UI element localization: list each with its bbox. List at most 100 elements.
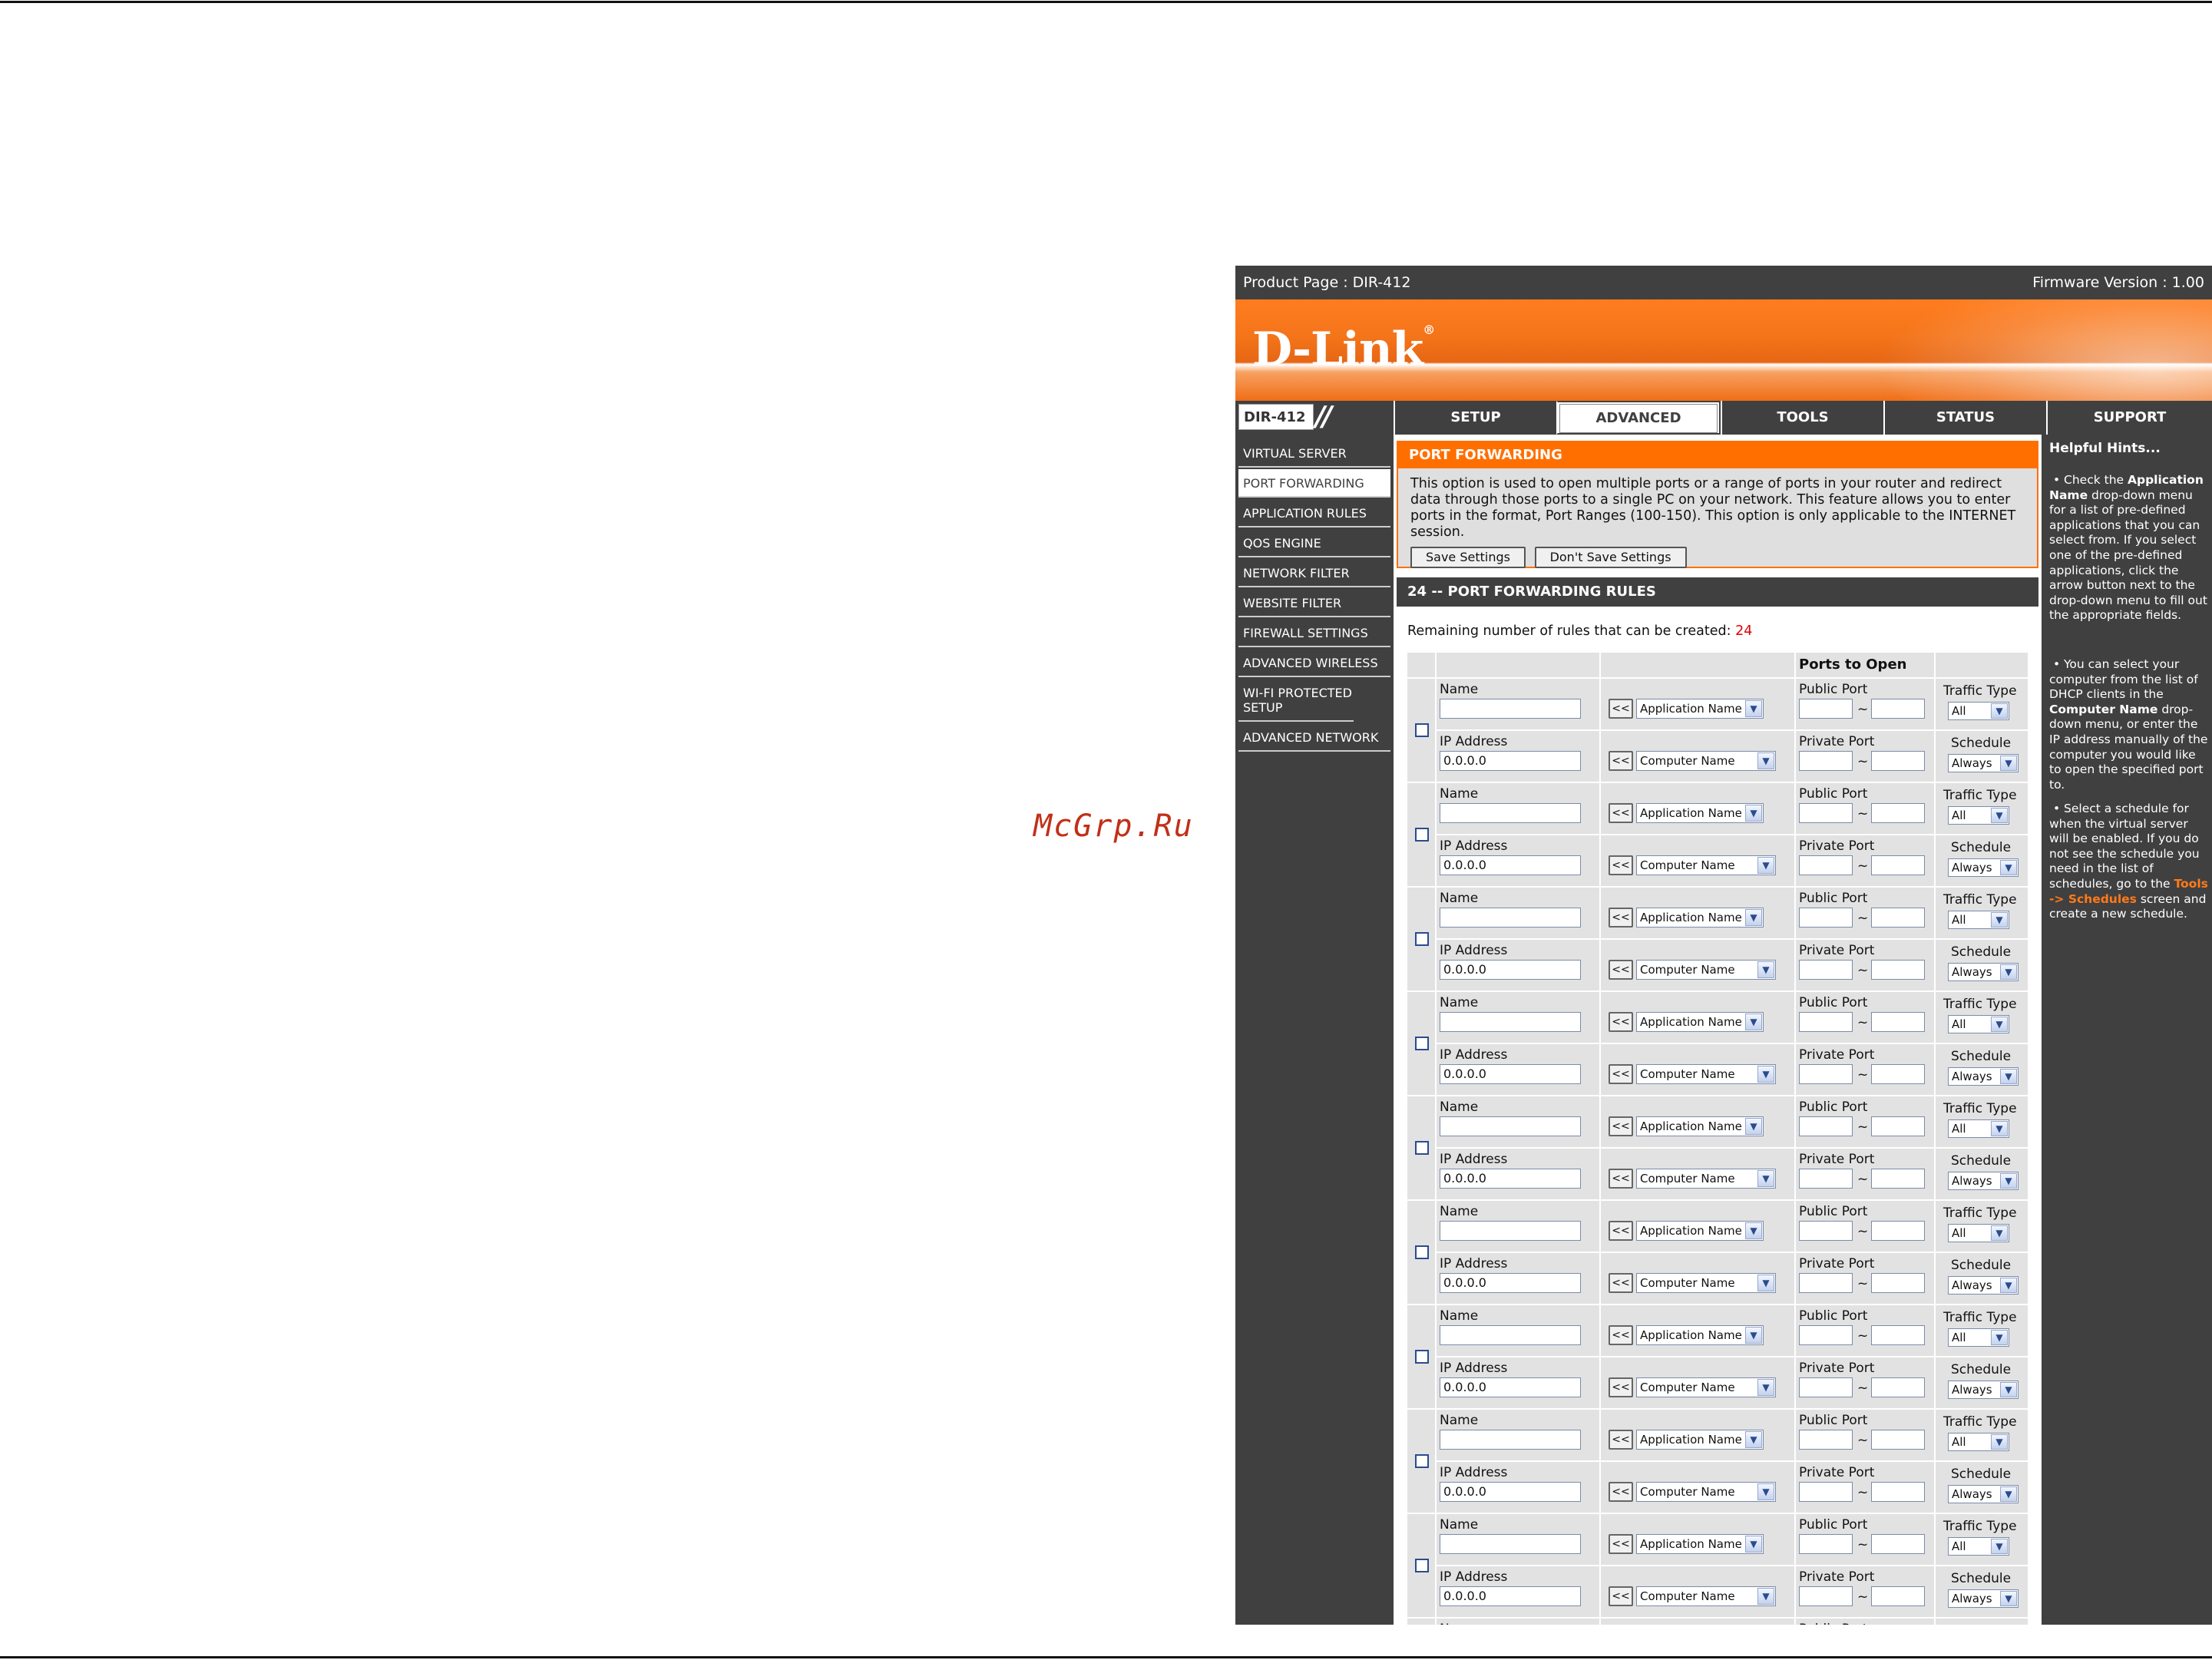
rule-name-input[interactable] — [1440, 1012, 1581, 1032]
computer-name-select[interactable]: Computer Name ▼ — [1636, 1273, 1776, 1293]
computer-name-select[interactable]: Computer Name ▼ — [1636, 855, 1776, 875]
public-port-end-input[interactable] — [1871, 1116, 1925, 1136]
fill-application-button[interactable]: << — [1609, 1012, 1633, 1032]
application-name-select[interactable]: Application Name ▼ — [1636, 1325, 1764, 1345]
tab-setup[interactable]: SETUP — [1394, 401, 1556, 435]
application-name-select[interactable]: Application Name ▼ — [1636, 1430, 1764, 1450]
application-name-select[interactable]: Application Name ▼ — [1636, 1534, 1764, 1554]
traffic-type-select[interactable]: All ▼ — [1948, 806, 2009, 825]
private-port-start-input[interactable] — [1799, 855, 1853, 875]
public-port-end-input[interactable] — [1871, 1325, 1925, 1345]
private-port-start-input[interactable] — [1799, 960, 1853, 980]
private-port-start-input[interactable] — [1799, 1377, 1853, 1397]
rule-name-input[interactable] — [1440, 1534, 1581, 1554]
application-name-select[interactable]: Application Name ▼ — [1636, 1012, 1764, 1032]
sidebar-item-network-filter[interactable]: NETWORK FILTER — [1238, 559, 1390, 587]
schedule-select[interactable]: Always ▼ — [1948, 1276, 2019, 1295]
private-port-end-input[interactable] — [1871, 1169, 1925, 1189]
fill-application-button[interactable]: << — [1609, 1534, 1633, 1554]
computer-name-select[interactable]: Computer Name ▼ — [1636, 1064, 1776, 1084]
public-port-end-input[interactable] — [1871, 803, 1925, 823]
rule-enable-checkbox[interactable] — [1415, 723, 1429, 737]
private-port-start-input[interactable] — [1799, 1482, 1853, 1502]
product-page-link[interactable]: Product Page : DIR-412 — [1243, 274, 1410, 291]
rule-enable-checkbox[interactable] — [1415, 1245, 1429, 1259]
sidebar-item-virtual-server[interactable]: VIRTUAL SERVER — [1238, 439, 1390, 468]
computer-name-select[interactable]: Computer Name ▼ — [1636, 960, 1776, 980]
sidebar-item-wifi-protected-setup[interactable]: WI-FI PROTECTED SETUP — [1238, 679, 1354, 722]
public-port-end-input[interactable] — [1871, 908, 1925, 928]
traffic-type-select[interactable]: All ▼ — [1948, 1537, 2009, 1556]
tab-support[interactable]: SUPPORT — [2046, 401, 2212, 435]
computer-name-select[interactable]: Computer Name ▼ — [1636, 751, 1776, 771]
tab-advanced[interactable]: ADVANCED — [1556, 401, 1721, 435]
private-port-end-input[interactable] — [1871, 1586, 1925, 1606]
ip-address-input[interactable]: 0.0.0.0 — [1440, 855, 1581, 875]
fill-computer-button[interactable]: << — [1609, 960, 1633, 980]
rule-name-input[interactable] — [1440, 803, 1581, 823]
public-port-start-input[interactable] — [1799, 803, 1853, 823]
ip-address-input[interactable]: 0.0.0.0 — [1440, 751, 1581, 771]
schedule-select[interactable]: Always ▼ — [1948, 858, 2019, 877]
rule-name-input[interactable] — [1440, 908, 1581, 928]
application-name-select[interactable]: Application Name ▼ — [1636, 803, 1764, 823]
public-port-start-input[interactable] — [1799, 1325, 1853, 1345]
tab-status[interactable]: STATUS — [1883, 401, 2046, 435]
sidebar-item-advanced-wireless[interactable]: ADVANCED WIRELESS — [1238, 649, 1390, 677]
private-port-start-input[interactable] — [1799, 1586, 1853, 1606]
schedule-select[interactable]: Always ▼ — [1948, 1589, 2019, 1608]
tab-tools[interactable]: TOOLS — [1721, 401, 1883, 435]
application-name-select[interactable]: Application Name ▼ — [1636, 1116, 1764, 1136]
application-name-select[interactable]: Application Name ▼ — [1636, 1221, 1764, 1241]
fill-application-button[interactable]: << — [1609, 908, 1633, 928]
computer-name-select[interactable]: Computer Name ▼ — [1636, 1586, 1776, 1606]
dont-save-settings-button[interactable]: Don't Save Settings — [1534, 547, 1687, 568]
fill-application-button[interactable]: << — [1609, 1116, 1633, 1136]
fill-application-button[interactable]: << — [1609, 1325, 1633, 1345]
fill-computer-button[interactable]: << — [1609, 855, 1633, 875]
rule-enable-checkbox[interactable] — [1415, 1037, 1429, 1050]
private-port-end-input[interactable] — [1871, 855, 1925, 875]
save-settings-button[interactable]: Save Settings — [1410, 547, 1526, 568]
rule-enable-checkbox[interactable] — [1415, 1559, 1429, 1572]
ip-address-input[interactable]: 0.0.0.0 — [1440, 1586, 1581, 1606]
public-port-start-input[interactable] — [1799, 1534, 1853, 1554]
rule-name-input[interactable] — [1440, 699, 1581, 719]
rule-name-input[interactable] — [1440, 1430, 1581, 1450]
schedule-select[interactable]: Always ▼ — [1948, 1381, 2019, 1399]
schedule-select[interactable]: Always ▼ — [1948, 1067, 2019, 1086]
public-port-start-input[interactable] — [1799, 1116, 1853, 1136]
public-port-start-input[interactable] — [1799, 699, 1853, 719]
fill-computer-button[interactable]: << — [1609, 751, 1633, 771]
traffic-type-select[interactable]: All ▼ — [1948, 1433, 2009, 1451]
schedule-select[interactable]: Always ▼ — [1948, 754, 2019, 772]
private-port-start-input[interactable] — [1799, 1064, 1853, 1084]
private-port-start-input[interactable] — [1799, 1169, 1853, 1189]
traffic-type-select[interactable]: All ▼ — [1948, 1119, 2009, 1138]
ip-address-input[interactable]: 0.0.0.0 — [1440, 1273, 1581, 1293]
private-port-start-input[interactable] — [1799, 1273, 1853, 1293]
rule-enable-checkbox[interactable] — [1415, 828, 1429, 842]
application-name-select[interactable]: Application Name ▼ — [1636, 908, 1764, 928]
public-port-end-input[interactable] — [1871, 699, 1925, 719]
rule-name-input[interactable] — [1440, 1116, 1581, 1136]
public-port-end-input[interactable] — [1871, 1534, 1925, 1554]
schedule-select[interactable]: Always ▼ — [1948, 1485, 2019, 1503]
ip-address-input[interactable]: 0.0.0.0 — [1440, 1064, 1581, 1084]
private-port-end-input[interactable] — [1871, 960, 1925, 980]
sidebar-item-application-rules[interactable]: APPLICATION RULES — [1238, 499, 1390, 527]
application-name-select[interactable]: Application Name ▼ — [1636, 699, 1764, 719]
public-port-start-input[interactable] — [1799, 1012, 1853, 1032]
fill-application-button[interactable]: << — [1609, 1430, 1633, 1450]
sidebar-item-firewall-settings[interactable]: FIREWALL SETTINGS — [1238, 619, 1390, 647]
traffic-type-select[interactable]: All ▼ — [1948, 1328, 2009, 1347]
rule-name-input[interactable] — [1440, 1221, 1581, 1241]
public-port-end-input[interactable] — [1871, 1012, 1925, 1032]
private-port-end-input[interactable] — [1871, 1273, 1925, 1293]
fill-computer-button[interactable]: << — [1609, 1273, 1633, 1293]
rule-enable-checkbox[interactable] — [1415, 1454, 1429, 1468]
traffic-type-select[interactable]: All ▼ — [1948, 702, 2009, 720]
public-port-end-input[interactable] — [1871, 1221, 1925, 1241]
ip-address-input[interactable]: 0.0.0.0 — [1440, 1169, 1581, 1189]
schedule-select[interactable]: Always ▼ — [1948, 963, 2019, 981]
